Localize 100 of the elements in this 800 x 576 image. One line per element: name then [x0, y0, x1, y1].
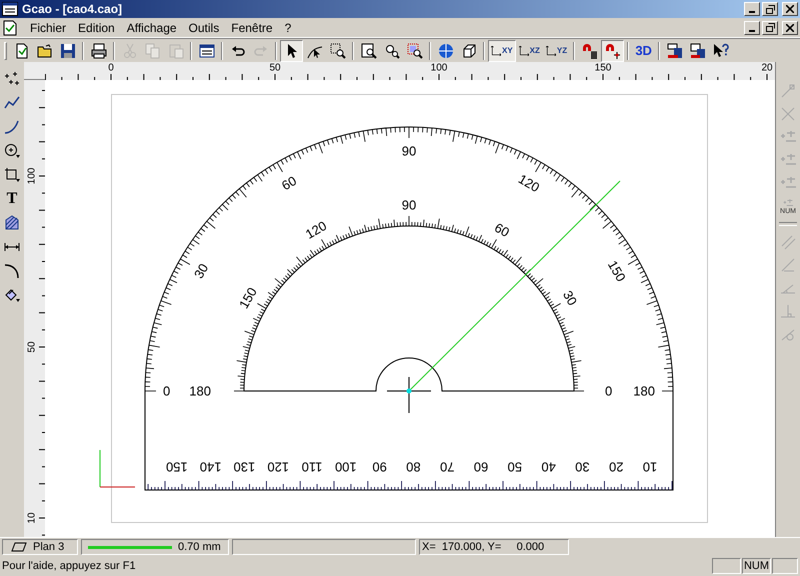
scale-label: 60	[278, 173, 300, 194]
document-icon[interactable]	[2, 20, 18, 36]
magnet-icon	[604, 42, 621, 58]
floppy-icon	[60, 42, 76, 58]
scale-label: 90	[402, 198, 416, 212]
scale-label: 0	[163, 384, 170, 398]
restore-button[interactable]	[762, 2, 778, 16]
ruler-corner	[24, 62, 45, 80]
status-panel	[712, 558, 741, 574]
cube-icon	[460, 42, 476, 58]
menu-item[interactable]: ?	[278, 20, 298, 34]
endpoint-snap-icon	[780, 83, 796, 99]
ruler-label: 20	[608, 460, 624, 474]
page-icon	[14, 42, 30, 58]
coordinates: X= 170.000, Y= 0.000	[422, 541, 544, 553]
restore-icon	[766, 4, 774, 14]
clipboard-icon	[168, 42, 184, 58]
text-tool[interactable]: T	[1, 188, 23, 210]
window-title: Gcao - [cao4.cao]	[22, 2, 122, 16]
app-icon	[2, 2, 18, 16]
num-lock-indicator: NUM	[742, 558, 771, 574]
scale-label: 120	[302, 218, 330, 242]
zoom-page-icon	[360, 42, 376, 58]
ruler-label: 80	[406, 460, 421, 474]
copy-icon	[144, 42, 160, 58]
menu-item[interactable]: Outils	[182, 20, 226, 34]
ruler-label: 90	[372, 460, 387, 474]
layer-name: Plan 3	[33, 541, 64, 553]
points-icon	[4, 71, 20, 87]
point-snap-button[interactable]	[601, 40, 624, 62]
select-button[interactable]	[280, 40, 303, 62]
hatch-icon	[4, 215, 20, 231]
axis-icon	[783, 198, 793, 208]
printer-icon	[90, 42, 106, 58]
minimize-icon	[749, 11, 755, 13]
plane-view-button[interactable]: XZ	[516, 40, 543, 62]
restore-icon	[766, 23, 774, 32]
perpendicular-icon	[780, 303, 796, 319]
ruler-label: 120	[267, 460, 290, 474]
curve-icon	[4, 119, 20, 135]
axes-icon	[518, 46, 529, 56]
scale-label: 30	[191, 260, 212, 282]
close-icon	[786, 5, 794, 13]
ruler-label: 140	[200, 460, 222, 474]
ruler-label: 70	[440, 460, 454, 474]
axis-icon	[780, 129, 796, 145]
3d-button[interactable]: 3D	[632, 40, 656, 62]
zoom-window-icon	[330, 42, 346, 58]
circle-icon	[4, 143, 20, 159]
ruler-label: 50	[508, 460, 522, 474]
minimize-icon	[749, 30, 755, 32]
vertical-ruler: 100 50 10	[24, 80, 45, 537]
scale-label: 60	[492, 220, 512, 240]
pen-width: 0.70 mm	[178, 541, 221, 553]
horizontal-ruler: 0 50 100 150 20	[45, 62, 775, 80]
plane-view-button[interactable]: YZ	[542, 40, 570, 62]
zoom-icon	[384, 42, 400, 58]
slope-icon	[780, 257, 796, 273]
help-pointer-icon	[712, 42, 729, 58]
plane-view-button[interactable]: XY	[488, 40, 516, 62]
scissors-icon	[122, 42, 138, 58]
rectangle-icon	[4, 167, 20, 183]
folder-icon	[36, 42, 52, 58]
view-3d-icon	[690, 42, 706, 58]
scale-label: 90	[402, 144, 416, 158]
scale-label: 30	[560, 288, 580, 308]
axes-icon	[491, 46, 501, 56]
ruler-label: 130	[234, 460, 256, 474]
ruler-label: 40	[541, 460, 556, 474]
menu-item[interactable]: Edition	[72, 20, 121, 34]
intersection-icon	[780, 106, 796, 122]
minimize-button[interactable]	[744, 2, 760, 16]
minimize-button[interactable]	[744, 20, 760, 34]
status-message: Pour l'aide, appuyez sur F1	[2, 560, 136, 572]
axis-drawing	[100, 450, 136, 488]
close-button[interactable]	[782, 2, 798, 16]
ruler-label: 110	[302, 460, 322, 474]
plane-icon	[11, 542, 27, 552]
menu-item[interactable]: Fenêtre	[225, 20, 279, 34]
close-icon	[786, 24, 794, 32]
parallel-icon	[780, 234, 796, 250]
menu-item[interactable]: Affichage	[120, 20, 183, 34]
restore-button[interactable]	[762, 20, 778, 34]
menu-item[interactable]: Fichier	[24, 20, 72, 34]
ruler-label: 150	[166, 460, 188, 474]
scale-label: 150	[604, 258, 629, 284]
ruler-label: 30	[575, 460, 590, 474]
scale-label: 0	[605, 384, 612, 398]
transform-icon	[4, 287, 20, 303]
view-icon	[666, 42, 683, 58]
axes-icon	[546, 46, 556, 56]
close-button[interactable]	[782, 20, 798, 34]
crosshair-cursor	[386, 376, 432, 414]
globe-icon	[438, 42, 454, 58]
scale-label: 180	[633, 384, 655, 398]
fillet-icon	[4, 263, 20, 279]
axis-icon	[780, 175, 796, 191]
window-icon	[198, 42, 214, 58]
scale-label: 180	[189, 384, 211, 398]
scale-label: 120	[516, 171, 542, 196]
